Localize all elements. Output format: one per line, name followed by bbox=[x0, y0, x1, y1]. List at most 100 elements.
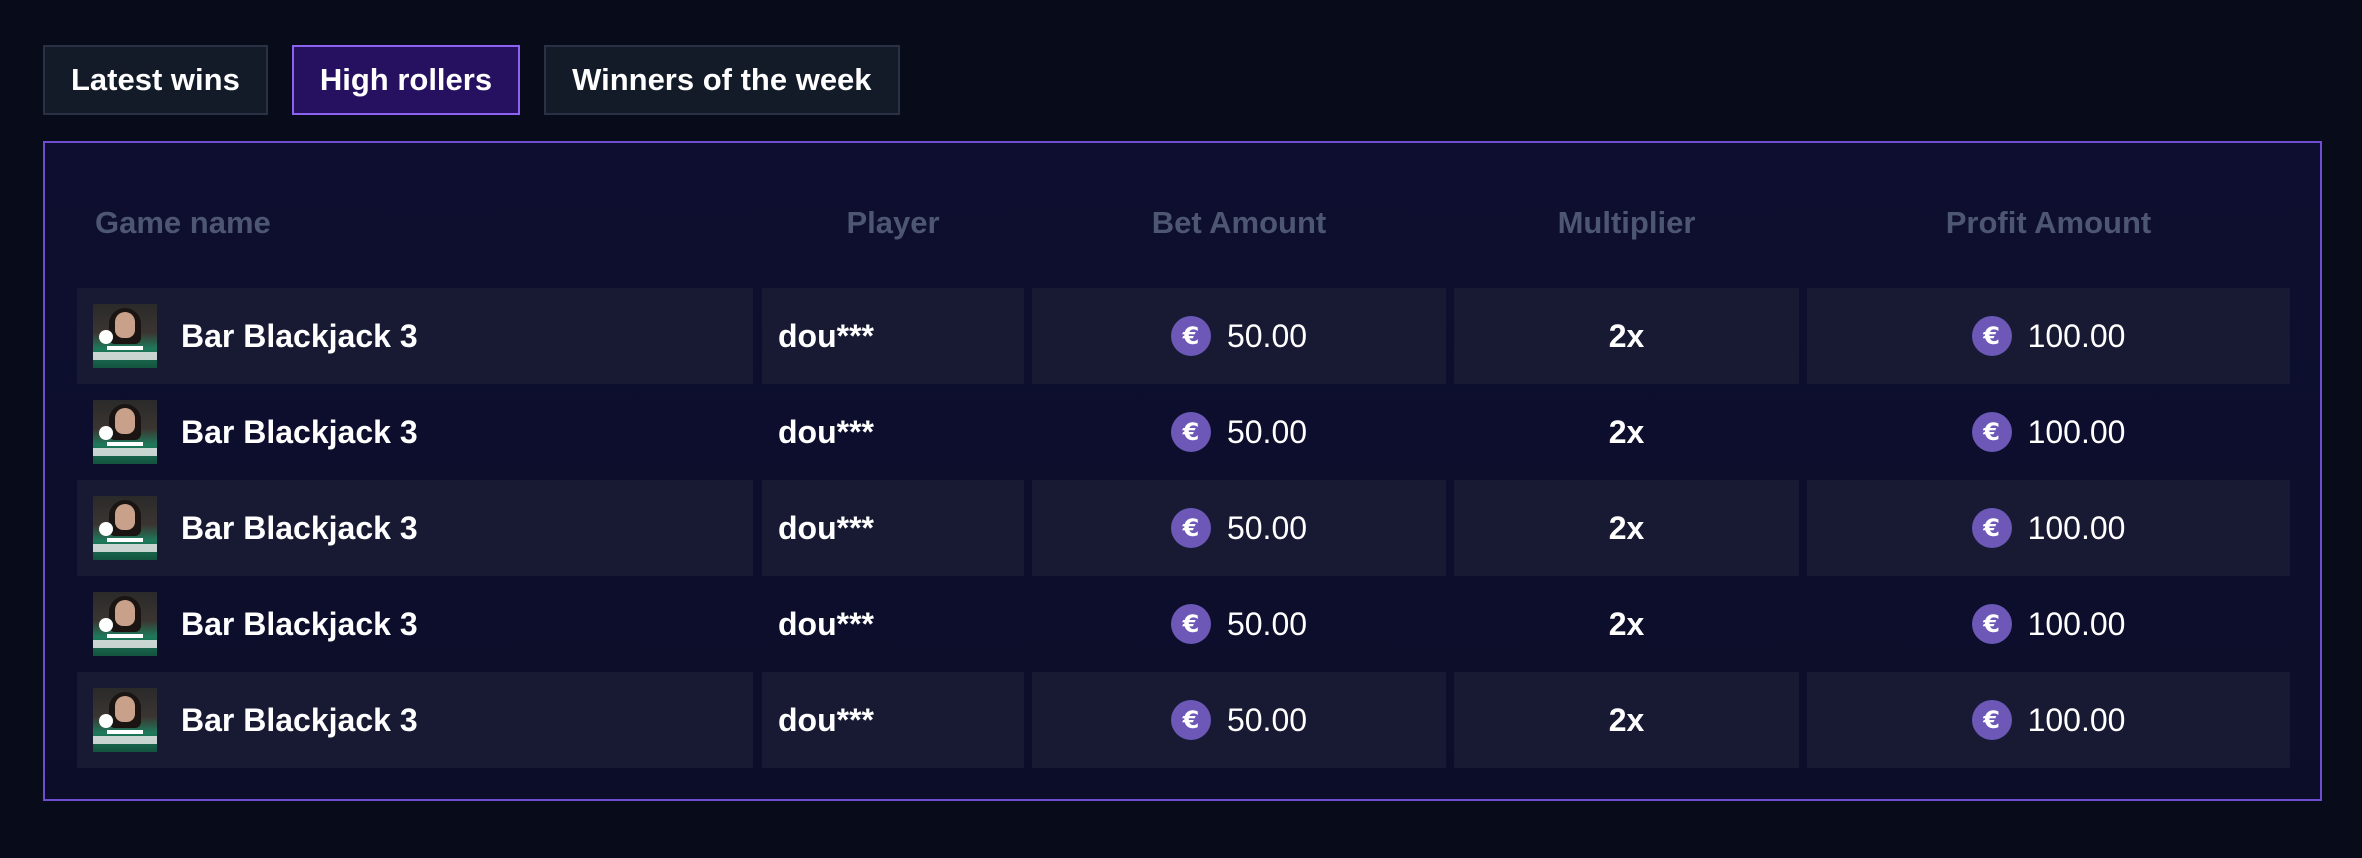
chip-icon bbox=[99, 426, 113, 440]
euro-icon: € bbox=[1971, 508, 2012, 548]
player-cell: dou*** bbox=[762, 288, 1024, 384]
multiplier-cell: 2x bbox=[1454, 384, 1799, 480]
page: Latest wins High rollers Winners of the … bbox=[0, 0, 2362, 858]
multiplier-cell: 2x bbox=[1454, 288, 1799, 384]
game-name[interactable]: Bar Blackjack 3 bbox=[181, 510, 418, 547]
logo-tag bbox=[107, 730, 143, 734]
euro-icon: € bbox=[1971, 412, 2012, 452]
header-profit-amount: Profit Amount bbox=[1945, 205, 2152, 240]
bet-amount-cell: € 50.00 bbox=[1032, 576, 1446, 672]
euro-icon: € bbox=[1170, 508, 1211, 548]
logo-label bbox=[93, 736, 157, 744]
euro-icon: € bbox=[1170, 316, 1211, 356]
player-name: dou*** bbox=[778, 317, 874, 354]
dealer-face bbox=[115, 312, 135, 338]
game-thumbnail[interactable] bbox=[93, 496, 157, 560]
logo-tag bbox=[107, 538, 143, 542]
profit-amount: 100.00 bbox=[2027, 509, 2126, 546]
table-row[interactable]: Bar Blackjack 3 dou*** € 50.00 2x € 100.… bbox=[45, 480, 2320, 576]
bet-amount-cell: € 50.00 bbox=[1032, 480, 1446, 576]
profit-amount: 100.00 bbox=[2027, 317, 2126, 354]
chip-icon bbox=[99, 522, 113, 536]
multiplier-cell: 2x bbox=[1454, 576, 1799, 672]
table-row[interactable]: Bar Blackjack 3 dou*** € 50.00 2x € 100.… bbox=[45, 672, 2320, 768]
game-thumbnail[interactable] bbox=[93, 592, 157, 656]
dealer-face bbox=[115, 408, 135, 434]
table-body: Bar Blackjack 3 dou*** € 50.00 2x € 100.… bbox=[45, 288, 2320, 768]
bet-amount: 50.00 bbox=[1226, 701, 1308, 738]
bet-amount: 50.00 bbox=[1226, 509, 1308, 546]
header-multiplier: Multiplier bbox=[1557, 205, 1696, 240]
player-cell: dou*** bbox=[762, 480, 1024, 576]
tab-latest-wins[interactable]: Latest wins bbox=[43, 45, 268, 115]
game-name[interactable]: Bar Blackjack 3 bbox=[181, 414, 418, 451]
multiplier-value: 2x bbox=[1608, 701, 1645, 738]
profit-amount-cell: € 100.00 bbox=[1807, 672, 2290, 768]
logo-label bbox=[93, 352, 157, 360]
chip-icon bbox=[99, 618, 113, 632]
euro-icon: € bbox=[1971, 316, 2012, 356]
game-cell[interactable]: Bar Blackjack 3 bbox=[77, 576, 753, 672]
header-player: Player bbox=[846, 205, 940, 240]
euro-icon: € bbox=[1971, 700, 2012, 740]
table-row[interactable]: Bar Blackjack 3 dou*** € 50.00 2x € 100.… bbox=[45, 288, 2320, 384]
player-cell: dou*** bbox=[762, 576, 1024, 672]
player-name: dou*** bbox=[778, 701, 874, 738]
player-name: dou*** bbox=[778, 413, 874, 450]
euro-icon: € bbox=[1170, 412, 1211, 452]
multiplier-cell: 2x bbox=[1454, 480, 1799, 576]
bet-amount: 50.00 bbox=[1226, 317, 1308, 354]
game-name[interactable]: Bar Blackjack 3 bbox=[181, 606, 418, 643]
game-name[interactable]: Bar Blackjack 3 bbox=[181, 702, 418, 739]
header-game-name: Game name bbox=[95, 205, 271, 240]
game-name[interactable]: Bar Blackjack 3 bbox=[181, 318, 418, 355]
profit-amount-cell: € 100.00 bbox=[1807, 576, 2290, 672]
table-row[interactable]: Bar Blackjack 3 dou*** € 50.00 2x € 100.… bbox=[45, 576, 2320, 672]
logo-tag bbox=[107, 346, 143, 350]
table-row[interactable]: Bar Blackjack 3 dou*** € 50.00 2x € 100.… bbox=[45, 384, 2320, 480]
logo-tag bbox=[107, 442, 143, 446]
player-name: dou*** bbox=[778, 509, 874, 546]
profit-amount-cell: € 100.00 bbox=[1807, 288, 2290, 384]
bet-amount-cell: € 50.00 bbox=[1032, 288, 1446, 384]
multiplier-value: 2x bbox=[1608, 605, 1645, 642]
game-cell[interactable]: Bar Blackjack 3 bbox=[77, 384, 753, 480]
multiplier-value: 2x bbox=[1608, 317, 1645, 354]
leaderboard-tabs: Latest wins High rollers Winners of the … bbox=[43, 45, 900, 115]
multiplier-cell: 2x bbox=[1454, 672, 1799, 768]
game-thumbnail[interactable] bbox=[93, 688, 157, 752]
logo-label bbox=[93, 640, 157, 648]
game-thumbnail[interactable] bbox=[93, 304, 157, 368]
euro-icon: € bbox=[1971, 604, 2012, 644]
profit-amount: 100.00 bbox=[2027, 605, 2126, 642]
game-cell[interactable]: Bar Blackjack 3 bbox=[77, 288, 753, 384]
player-cell: dou*** bbox=[762, 384, 1024, 480]
euro-icon: € bbox=[1170, 700, 1211, 740]
chip-icon bbox=[99, 714, 113, 728]
bet-amount: 50.00 bbox=[1226, 413, 1308, 450]
logo-label bbox=[93, 544, 157, 552]
tab-winners-of-the-week[interactable]: Winners of the week bbox=[544, 45, 900, 115]
logo-tag bbox=[107, 634, 143, 638]
dealer-face bbox=[115, 696, 135, 722]
logo-label bbox=[93, 448, 157, 456]
bet-amount: 50.00 bbox=[1226, 605, 1308, 642]
chip-icon bbox=[99, 330, 113, 344]
tab-high-rollers[interactable]: High rollers bbox=[291, 45, 521, 115]
profit-amount-cell: € 100.00 bbox=[1807, 480, 2290, 576]
player-cell: dou*** bbox=[762, 672, 1024, 768]
dealer-face bbox=[115, 600, 135, 626]
profit-amount: 100.00 bbox=[2027, 701, 2126, 738]
bet-amount-cell: € 50.00 bbox=[1032, 384, 1446, 480]
game-cell[interactable]: Bar Blackjack 3 bbox=[77, 480, 753, 576]
multiplier-value: 2x bbox=[1608, 509, 1645, 546]
game-thumbnail[interactable] bbox=[93, 400, 157, 464]
profit-amount-cell: € 100.00 bbox=[1807, 384, 2290, 480]
bet-amount-cell: € 50.00 bbox=[1032, 672, 1446, 768]
multiplier-value: 2x bbox=[1608, 413, 1645, 450]
profit-amount: 100.00 bbox=[2027, 413, 2126, 450]
dealer-face bbox=[115, 504, 135, 530]
euro-icon: € bbox=[1170, 604, 1211, 644]
table-header: Game name Player Bet Amount Multiplier P… bbox=[45, 193, 2320, 253]
game-cell[interactable]: Bar Blackjack 3 bbox=[77, 672, 753, 768]
